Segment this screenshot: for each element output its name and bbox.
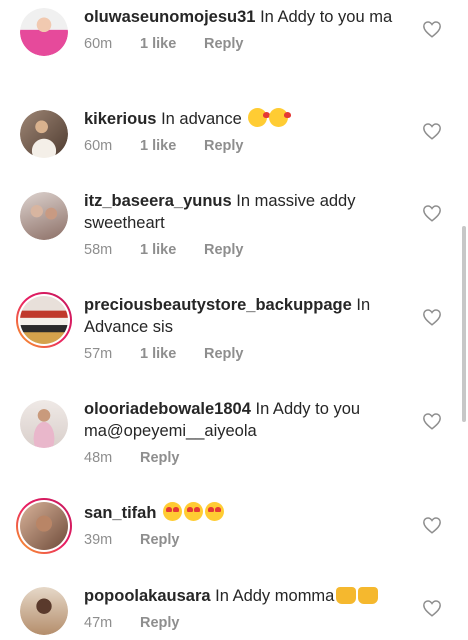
raised-hands-emoji-icon (336, 587, 357, 604)
heart-eyes-emoji-icon (184, 502, 204, 521)
comments-list: oluwaseunomojesu31 In Addy to you ma 60m… (0, 0, 468, 640)
avatar[interactable] (20, 8, 68, 56)
comment-meta: 57m 1 like Reply (84, 344, 404, 364)
reply-button[interactable]: Reply (140, 450, 180, 466)
reply-button[interactable]: Reply (204, 346, 244, 362)
avatar-image (20, 296, 68, 344)
comment-text: popoolakausara In Addy momma (84, 585, 404, 607)
comment-username[interactable]: preciousbeautystore_backuppage (84, 296, 352, 314)
avatar-image (20, 502, 68, 550)
avatar-image (20, 192, 68, 240)
comment-likes[interactable]: 1 like (140, 138, 204, 154)
avatar-image (20, 587, 68, 635)
comment-meta: 48m Reply (84, 448, 404, 468)
heart-outline-icon[interactable] (422, 516, 442, 534)
comment-text: preciousbeautystore_backuppage In Advanc… (84, 294, 404, 338)
comment-likes[interactable]: 1 like (140, 242, 204, 258)
comment-meta: 47m Reply (84, 613, 404, 633)
avatar[interactable] (20, 587, 68, 635)
avatar[interactable] (20, 400, 68, 448)
kissing-face-emoji-icon (248, 108, 271, 127)
avatar-image (20, 8, 68, 56)
heart-outline-icon[interactable] (422, 122, 442, 140)
heart-eyes-emoji-icon (205, 502, 225, 521)
comment-message: In Addy momma (215, 587, 335, 605)
avatar[interactable] (20, 110, 68, 158)
reply-button[interactable]: Reply (204, 242, 244, 258)
comment-username[interactable]: kikerious (84, 110, 156, 128)
comment-time: 60m (84, 36, 113, 52)
avatar[interactable] (16, 498, 72, 554)
heart-outline-icon[interactable] (422, 599, 442, 617)
heart-outline-icon[interactable] (422, 308, 442, 326)
comment-time: 58m (84, 242, 113, 258)
comment-time: 47m (84, 615, 113, 631)
comment-likes[interactable]: 1 like (140, 346, 204, 362)
comment-meta: 39m Reply (84, 530, 404, 550)
kissing-face-emoji-icon (269, 108, 292, 127)
heart-outline-icon[interactable] (422, 20, 442, 38)
comment-text: san_tifah (84, 502, 404, 524)
comment-text: itz_baseera_yunus In massive addy sweeth… (84, 190, 404, 234)
comment-meta: 60m 1 like Reply (84, 136, 404, 156)
heart-eyes-emoji-icon (163, 502, 183, 521)
avatar[interactable] (20, 192, 68, 240)
reply-button[interactable]: Reply (204, 138, 244, 154)
comment-meta: 60m 1 like Reply (84, 34, 404, 54)
comment-time: 57m (84, 346, 113, 362)
heart-outline-icon[interactable] (422, 412, 442, 430)
comment-username[interactable]: oluwaseunomojesu31 (84, 8, 255, 26)
reply-button[interactable]: Reply (140, 532, 180, 548)
comment-username[interactable]: itz_baseera_yunus (84, 192, 232, 210)
scrollbar[interactable] (462, 226, 466, 422)
comment-message: In advance (161, 110, 242, 128)
comment-meta: 58m 1 like Reply (84, 240, 404, 260)
comment-username[interactable]: popoolakausara (84, 587, 211, 605)
comment-likes[interactable]: 1 like (140, 36, 204, 52)
comment-text: kikerious In advance (84, 108, 404, 130)
heart-outline-icon[interactable] (422, 204, 442, 222)
comment-time: 48m (84, 450, 113, 466)
reply-button[interactable]: Reply (140, 615, 180, 631)
comment-time: 60m (84, 138, 113, 154)
avatar[interactable] (16, 292, 72, 348)
avatar-image (20, 110, 68, 158)
comment-time: 39m (84, 532, 113, 548)
comment-text: olooriadebowale1804 In Addy to you ma@op… (84, 398, 404, 442)
raised-hands-emoji-icon (358, 587, 379, 604)
reply-button[interactable]: Reply (204, 36, 244, 52)
comment-message: In Addy to you ma (260, 8, 393, 26)
comment-text: oluwaseunomojesu31 In Addy to you ma (84, 6, 404, 28)
avatar-image (20, 400, 68, 448)
comment-username[interactable]: olooriadebowale1804 (84, 400, 251, 418)
comment-username[interactable]: san_tifah (84, 504, 156, 522)
